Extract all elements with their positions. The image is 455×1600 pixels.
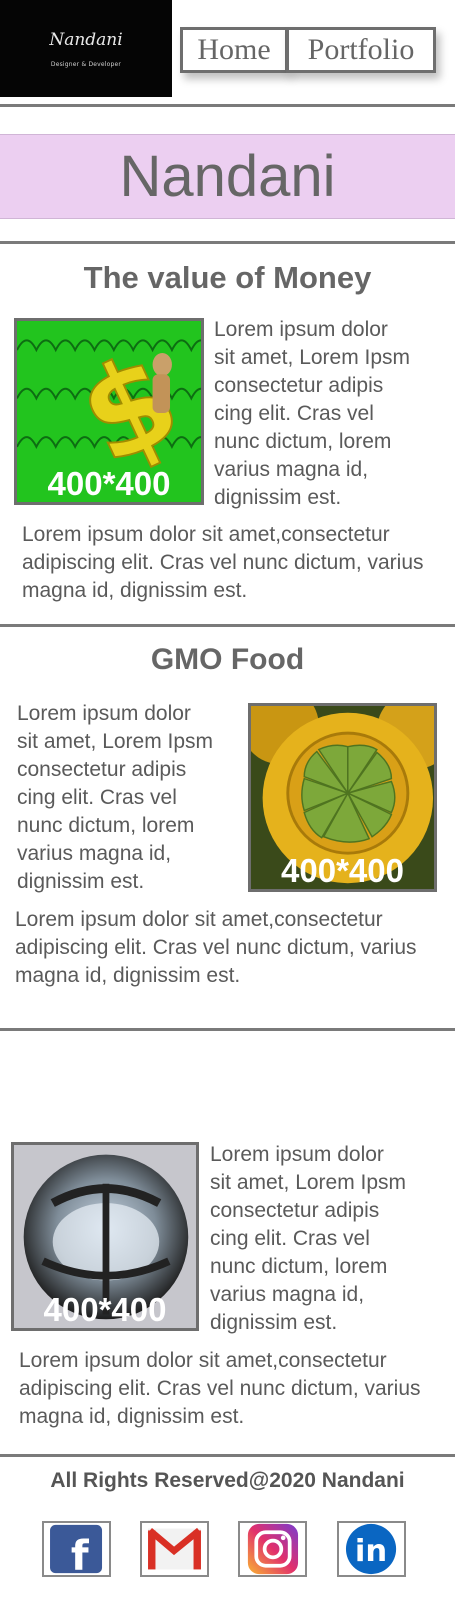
article-title: GMO Food (150, 643, 305, 676)
divider (0, 1454, 455, 1457)
divider (0, 241, 455, 244)
crystal-ball-image: 400*400 (11, 1142, 199, 1331)
instagram-icon[interactable] (238, 1521, 307, 1577)
article-body-text: Lorem ipsum dolor sit amet,consectetur a… (22, 523, 424, 602)
gmo-fruit-image: 400*400 (248, 703, 437, 892)
article-side-text: Lorem ipsum dolor sit amet, Lorem Ipsm c… (214, 318, 411, 509)
nav-home-link[interactable]: Home (180, 27, 288, 73)
divider (0, 1028, 455, 1031)
linkedin-icon[interactable]: in (337, 1521, 406, 1577)
logo[interactable]: Nandani Designer & Developer (0, 0, 172, 97)
logo-signature: Nandani (49, 30, 123, 50)
logo-tagline: Designer & Developer (50, 61, 122, 68)
article-body-text: Lorem ipsum dolor sit amet,consectetur a… (19, 1349, 421, 1428)
article-title: The value of Money (83, 260, 372, 295)
article-side-text: Lorem ipsum dolor sit amet, Lorem Ipsm c… (210, 1143, 407, 1334)
svg-text:f: f (71, 1531, 90, 1575)
divider (0, 624, 455, 627)
image-size-label: 400*400 (281, 852, 404, 889)
facebook-icon[interactable]: f (42, 1521, 111, 1577)
article-body-text: Lorem ipsum dolor sit amet,consectetur a… (15, 908, 417, 987)
article-side-text: Lorem ipsum dolor sit amet, Lorem Ipsm c… (17, 702, 214, 893)
money-image: $ 400*400 (14, 318, 204, 505)
svg-text:in: in (355, 1534, 387, 1569)
divider (0, 104, 455, 107)
name-banner: Nandani (0, 134, 455, 219)
gmail-icon[interactable] (140, 1521, 209, 1577)
nav-portfolio-link[interactable]: Portfolio (286, 27, 436, 73)
copyright-text: All Rights Reserved@2020 Nandani (50, 1469, 405, 1492)
image-size-label: 400*400 (47, 465, 171, 502)
image-size-label: 400*400 (43, 1291, 167, 1328)
